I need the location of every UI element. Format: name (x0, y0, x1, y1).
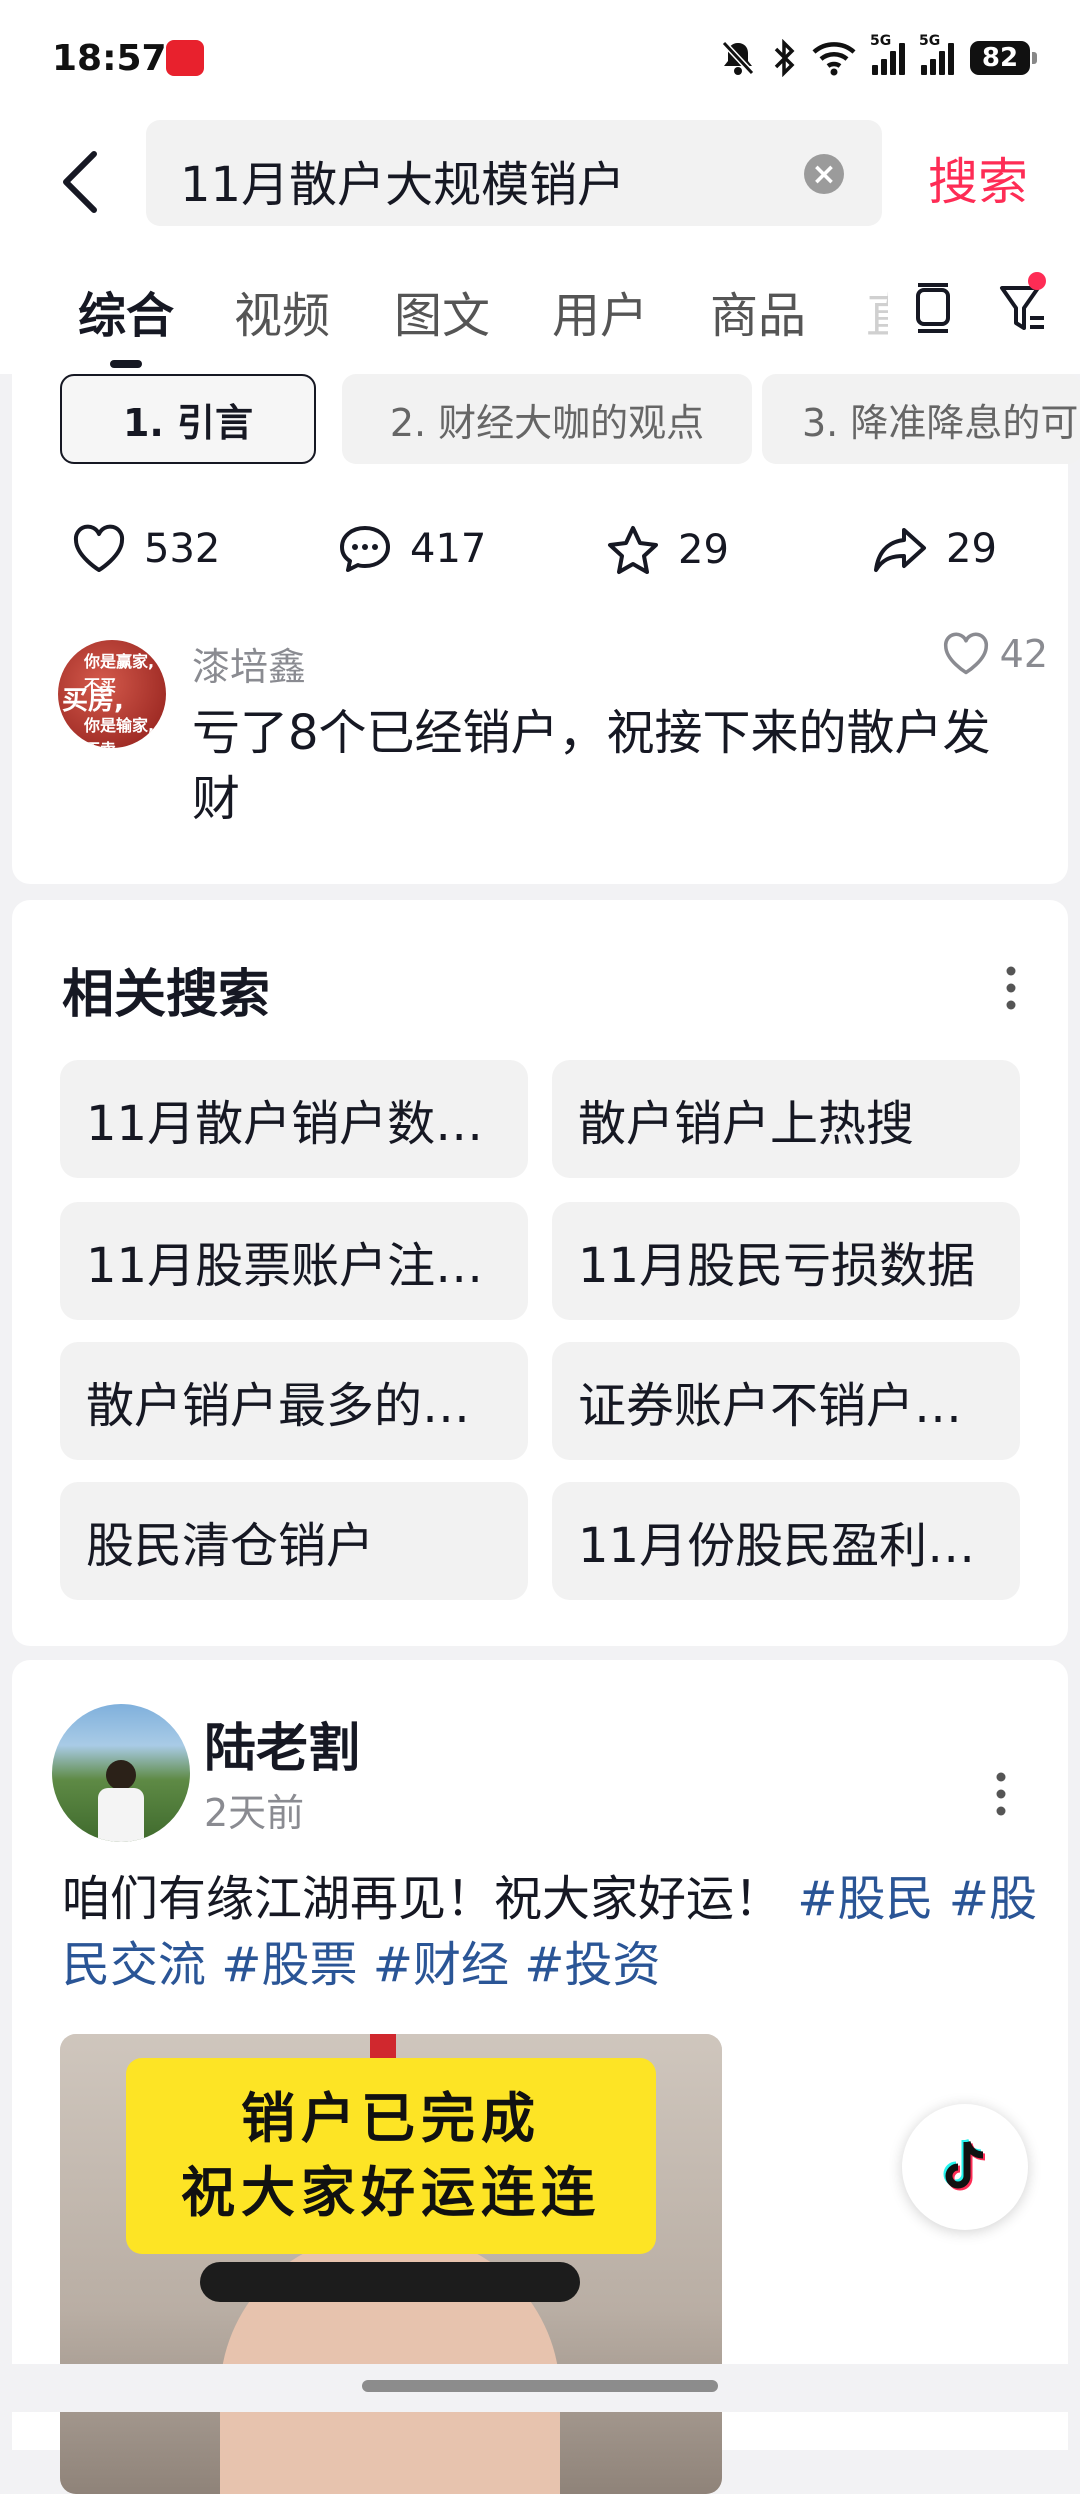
related-search-item[interactable]: 11月股票账户注… (60, 1202, 528, 1320)
image-caption-banner: 销户已完成 祝大家好运连连 (126, 2058, 656, 2254)
related-search-item[interactable]: 散户销户最多的… (60, 1342, 528, 1460)
related-search-item[interactable]: 11月股民亏损数据 (552, 1202, 1020, 1320)
more-options-icon[interactable] (1006, 966, 1016, 1010)
hashtag-link[interactable]: #股民 (797, 1871, 933, 1927)
clock: 18:57 (52, 38, 167, 79)
signal-icon: 5G (919, 33, 954, 75)
search-input[interactable]: 11月散户大规模销户 × (146, 120, 882, 226)
hashtag-link[interactable]: #财经 (373, 1937, 509, 1993)
post-author-name[interactable]: 陆老割 (204, 1706, 360, 1781)
tab-live-partial[interactable]: 直 (866, 276, 888, 346)
share-count: 29 (946, 526, 997, 572)
related-search-item[interactable]: 股民清仓销户 (60, 1482, 528, 1600)
signal-icon: 5G (870, 33, 905, 75)
more-options-icon[interactable] (996, 1772, 1006, 1816)
back-button[interactable] (50, 142, 110, 222)
heart-icon (943, 632, 988, 675)
related-search-item[interactable]: 11月散户销户数… (60, 1060, 528, 1178)
chapter-chip-1[interactable]: 1. 引言 (60, 374, 316, 464)
tab-users[interactable]: 用户 (552, 276, 648, 346)
clear-search-button[interactable]: × (804, 154, 844, 194)
comment-text: 亏了8个已经销户，祝接下来的散户发财 (192, 705, 991, 827)
share-button[interactable]: 29 (872, 524, 997, 574)
share-icon (874, 528, 926, 572)
search-button[interactable]: 搜索 (928, 142, 1028, 214)
chapter-chip-2[interactable]: 2. 财经大咖的观点 (342, 374, 752, 464)
related-search-item[interactable]: 散户销户上热搜 (552, 1060, 1020, 1178)
favorite-count: 29 (678, 527, 729, 573)
system-nav-bar (0, 2364, 1080, 2412)
related-searches-title: 相关搜索 (62, 965, 271, 1025)
app-notification-icon (166, 40, 204, 76)
filter-icon[interactable] (996, 280, 1052, 336)
close-icon: × (811, 156, 837, 192)
comment-like-button[interactable]: 42 (942, 632, 1048, 676)
commenter-name[interactable]: 漆培鑫 (192, 636, 306, 691)
hashtag-link[interactable]: #股票 (221, 1937, 357, 1993)
favorite-button[interactable]: 29 (606, 524, 729, 576)
post-timestamp: 2天前 (204, 1791, 305, 1835)
douyin-logo-icon (943, 2138, 986, 2191)
back-arrow-icon (63, 151, 97, 213)
filter-notification-dot (1028, 272, 1046, 290)
bluetooth-icon (774, 39, 795, 77)
search-header: 11月散户大规模销户 × 搜索 (0, 118, 1080, 250)
wifi-icon (812, 42, 856, 76)
banner-line: 祝大家好运连连 (181, 2161, 601, 2224)
status-bar: 18:57 5G 5G 82 (0, 0, 1080, 118)
heart-icon (73, 524, 125, 572)
post-text: 咱们有缘江湖再见！祝大家好运！ #股民 #股民交流 #股票 #财经 #投资 (62, 1866, 1042, 1998)
home-indicator[interactable] (362, 2380, 718, 2392)
comment-icon (340, 526, 390, 572)
douyin-floating-button[interactable] (902, 2104, 1028, 2230)
star-icon (608, 526, 658, 574)
tab-image-text[interactable]: 图文 (394, 276, 490, 346)
comment-button[interactable]: 417 (338, 524, 486, 574)
search-query: 11月散户大规模销户 (180, 157, 626, 213)
layout-toggle-icon[interactable] (910, 280, 956, 336)
status-icons: 5G 5G 82 (720, 33, 1037, 78)
related-search-item[interactable]: 证券账户不销户… (552, 1342, 1020, 1460)
network-type-label: 5G (919, 33, 941, 49)
tab-products[interactable]: 商品 (710, 276, 806, 346)
commenter-avatar[interactable]: 你是赢家, 不买 买房, 你是输家, 不卖 (58, 640, 166, 748)
like-count: 532 (144, 526, 221, 572)
tab-comprehensive[interactable]: 综合 (78, 276, 174, 346)
chapter-chip-3[interactable]: 3. 降准降息的可 (762, 374, 1080, 464)
hashtag-link[interactable]: #投资 (524, 1937, 660, 1993)
post-card: 陆老割 2天前 咱们有缘江湖再见！祝大家好运！ #股民 #股民交流 #股票 #财… (12, 1660, 1068, 2494)
battery-icon: 82 (970, 41, 1037, 75)
notification-muted-icon (721, 40, 755, 76)
like-button[interactable]: 532 (72, 524, 220, 574)
result-tabs: 综合 视频 图文 用户 商品 直 (0, 250, 1080, 374)
banner-line: 销户已完成 (241, 2087, 541, 2150)
tab-video[interactable]: 视频 (234, 276, 330, 346)
comment-count: 417 (410, 526, 487, 572)
post-body: 咱们有缘江湖再见！祝大家好运！ (62, 1871, 783, 1927)
result-card: 1. 引言 2. 财经大咖的观点 3. 降准降息的可 532 417 29 29… (12, 374, 1080, 884)
related-searches-card: 相关搜索 11月散户销户数… 散户销户上热搜 11月股票账户注… 11月股民亏损… (12, 900, 1068, 1646)
related-search-item[interactable]: 11月份股民盈利… (552, 1482, 1020, 1600)
network-type-label: 5G (870, 33, 892, 49)
author-avatar[interactable] (52, 1704, 190, 1842)
comment-like-count: 42 (999, 632, 1048, 676)
post-image[interactable]: 销户已完成 祝大家好运连连 (60, 2034, 722, 2494)
active-tab-indicator (110, 360, 142, 368)
